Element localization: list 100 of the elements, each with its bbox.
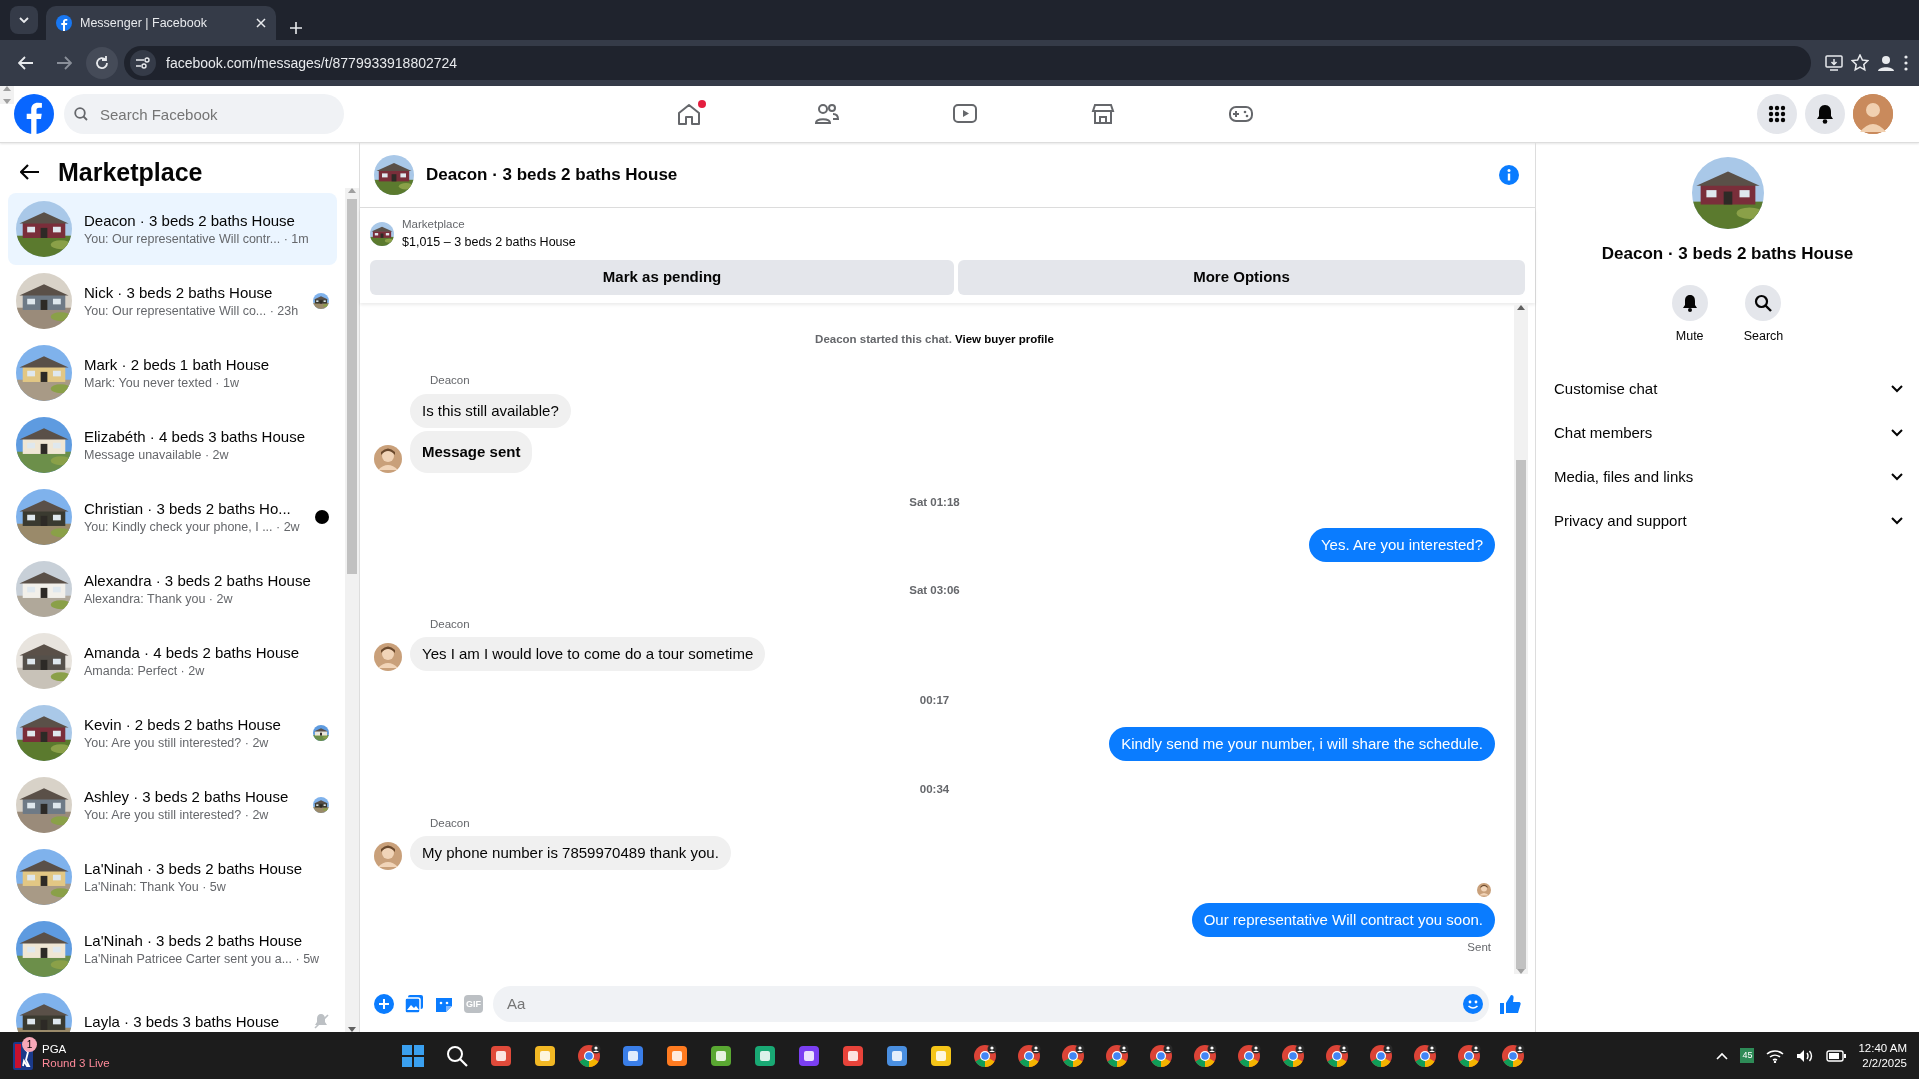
chat-notice: Deacon started this chat. View buyer profile [814,332,1055,347]
close-icon[interactable] [256,18,266,28]
back-arrow-icon [18,56,34,70]
thumbs-up-icon[interactable] [1499,993,1521,1015]
listing-title: $1,015 – 3 beds 2 baths House [402,234,576,252]
scroll-up-icon [348,188,356,193]
seen-avatar [1477,883,1491,897]
section-toggle[interactable]: Media, files and links [1536,455,1919,500]
buyer-profile-link[interactable]: View buyer profile [955,333,1054,345]
tab-list-button[interactable] [10,6,38,34]
image-icon[interactable] [404,994,424,1014]
conversation-title: Elizabéth · 4 beds 3 baths House [84,426,306,446]
section-toggle[interactable]: Chat members [1536,411,1919,456]
browser-icon [1457,1043,1481,1068]
conversation-item[interactable]: Nick · 3 beds 2 baths House You: Our representative Will co... · 23h [8,265,337,337]
conversation-name: Deacon · 3 beds 2 baths House [1601,243,1854,265]
install-icon[interactable] [1825,55,1843,71]
star-icon[interactable] [1851,54,1869,72]
notification-badge: 1 [22,1036,37,1052]
timestamp: Sat 03:06 [908,582,961,598]
caret-icon [19,17,29,23]
address-bar[interactable]: facebook.com/messages/t/8779933918802724 [124,46,1811,80]
timestamp: 00:34 [918,781,951,797]
avatar [374,643,402,672]
timestamp: Sat 01:18 [908,494,961,510]
conversation-title: Deacon · 3 beds 2 baths House [84,210,296,230]
menu-button[interactable] [1757,94,1797,134]
plus-circle-icon[interactable] [374,994,394,1014]
conversation-preview: You: Our representative Will co... · 23h [84,302,300,320]
facebook-logo-icon [56,15,72,31]
message-bubble: My phone number is 7859970489 thank you. [410,836,731,870]
battery-icon[interactable] [1826,1049,1847,1062]
message-bubble: Yes. Are you interested? [1308,527,1495,562]
scroll-down-icon [3,99,11,104]
section-toggle[interactable]: Privacy and support [1536,499,1919,544]
browser-icon [1193,1043,1217,1068]
url-text: facebook.com/messages/t/8779933918802724 [166,53,458,73]
avatar [374,842,402,870]
back-arrow-icon[interactable] [20,164,40,180]
forward-arrow-icon [56,56,72,70]
conversation-preview: You: Our representative Will contr... · 1m [84,230,310,248]
conversation-item[interactable]: Amanda · 4 beds 2 baths House Amanda: Perfect · 2w [8,625,337,697]
conversation-item[interactable]: Ashley · 3 beds 2 baths House You: Are you still interested? · 2w [8,769,337,841]
clock-time: 12:40 AM [1858,1040,1907,1056]
conversation-item[interactable]: Kevin · 2 beds 2 baths House You: Are you still interested? · 2w [8,697,337,769]
message-bubble: Our representative Will contract you soon. [1191,903,1495,937]
conversation-item[interactable]: Elizabéth · 4 beds 3 baths House Message unavailable · 2w [8,409,337,481]
browser-icon [1237,1043,1261,1068]
conversation-item[interactable]: Christian · 3 beds 2 baths Ho... You: Kindly check your phone, I ... · 2w [8,481,337,553]
more-icon[interactable] [1903,54,1909,72]
more-options-button[interactable]: More Options [958,260,1525,295]
info-icon[interactable] [1499,165,1519,185]
message-field[interactable]: Aa [493,986,1489,1022]
widget-subtitle: Round 3 Live [42,1055,110,1070]
wifi-icon[interactable] [1766,1048,1785,1063]
conversation-item[interactable]: La'Ninah · 3 beds 2 baths House La'Ninah: Thank You · 5w [8,841,337,913]
sender-name: Deacon [430,815,471,831]
conversation-item[interactable]: Deacon · 3 beds 2 baths House You: Our representative Will contr... · 1m [8,193,337,265]
widget-title: PGA [42,1041,68,1056]
browser-icon [1501,1043,1525,1068]
browser-icon [1325,1043,1349,1068]
conversation-title: Alexandra · 3 beds 2 baths House [84,570,312,590]
bell-icon [1681,293,1698,312]
sender-name: Deacon [430,373,471,389]
browser-icon [1281,1043,1305,1068]
scrollbar[interactable] [345,188,359,1032]
conversation-title: La'Ninah · 3 beds 2 baths House [84,930,303,950]
site-settings-icon[interactable] [136,57,150,69]
conversation-preview: Mark: You never texted · 1w [84,374,240,392]
panel-title: Marketplace [58,157,203,187]
reload-button[interactable] [86,47,118,79]
notifications-button[interactable] [1805,94,1845,134]
message-bubble: Message sent [410,430,533,473]
conversation-preview: Amanda: Perfect · 2w [84,662,206,680]
scrollbar[interactable] [0,86,14,104]
chevron-up-icon[interactable] [1716,1051,1729,1060]
account-button[interactable] [1853,94,1893,134]
avatar [1853,94,1893,134]
browser-icon [1149,1043,1173,1068]
volume-icon[interactable] [1796,1048,1815,1063]
emoji-icon[interactable] [1463,994,1483,1014]
conversation-item[interactable]: La'Ninah · 3 beds 2 baths House La'Ninah Patricee Carter sent you a... · 5w [8,913,337,985]
conversation-item[interactable]: Mark · 2 beds 1 bath House Mark: You never texted · 1w [8,337,337,409]
browser-tab[interactable]: Messenger | Facebook [46,6,276,40]
tray-badge[interactable]: 45 [1740,1047,1755,1064]
chevron-down-icon [1891,473,1903,482]
message-input[interactable]: Aa [505,991,1463,1017]
search-icon [1754,293,1773,312]
profile-icon[interactable] [1877,54,1895,72]
browser-icon [1413,1043,1437,1068]
bell-icon [1816,104,1834,124]
avatar [374,444,402,473]
conversation-title: Christian · 3 beds 2 baths Ho... [84,498,292,518]
scroll-up-icon [1517,305,1525,310]
facebook-logo-icon[interactable] [14,94,54,134]
search-field[interactable]: Search Facebook [64,94,344,134]
conversation-item[interactable]: Alexandra · 3 beds 2 baths House Alexandra: Thank you · 2w [8,553,337,625]
mark-pending-button[interactable]: Mark as pending [370,260,955,295]
section-toggle[interactable]: Customise chat [1536,367,1919,412]
scrollbar[interactable] [1514,305,1528,974]
